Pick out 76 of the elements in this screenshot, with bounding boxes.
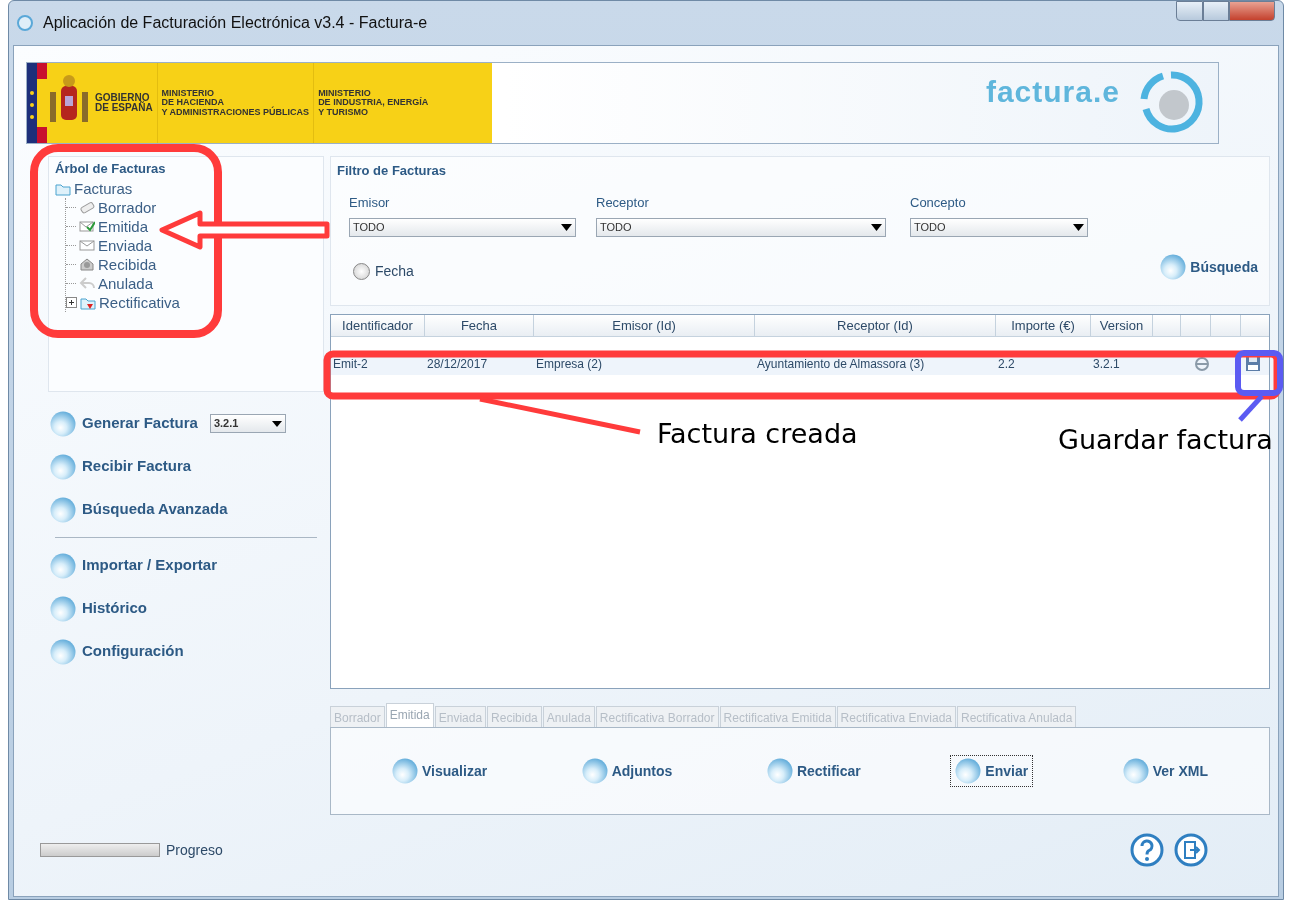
column-header: Importe (€) <box>996 315 1091 336</box>
expander-icon[interactable] <box>66 296 77 308</box>
action-button[interactable]: Rectificar <box>761 755 866 787</box>
dropdown-caret-icon <box>1073 224 1084 231</box>
action-link[interactable]: Configuración <box>82 640 184 663</box>
action-link[interactable]: Histórico <box>82 597 147 620</box>
column-header: Receptor (Id) <box>755 315 996 336</box>
column-header: Identificador <box>331 315 425 336</box>
globe-icon <box>50 552 76 579</box>
dropdown-caret-icon <box>271 420 282 427</box>
help-icon[interactable] <box>1130 833 1164 867</box>
dropdown-caret-icon <box>561 224 572 231</box>
close-button[interactable] <box>1229 1 1275 21</box>
action-button[interactable]: Enviar <box>950 755 1034 787</box>
globe-icon <box>1160 254 1187 280</box>
column-header: Fecha <box>425 315 534 336</box>
radio-label: Fecha <box>375 261 414 281</box>
action-link[interactable]: Búsqueda Avanzada <box>82 498 228 521</box>
field-label: Receptor <box>596 193 650 212</box>
tree-item[interactable]: Emitida <box>98 216 149 236</box>
tree-item[interactable]: Anulada <box>98 273 154 293</box>
progress-label: Progreso <box>166 840 223 860</box>
filter-select[interactable]: TODO <box>349 218 576 237</box>
window-title: Aplicación de Facturación Electrónica v3.4 - Factura-e <box>43 13 428 33</box>
field-label: Emisor <box>349 193 391 212</box>
globe-icon <box>50 496 76 523</box>
table-cell-text: 3.2.1 <box>1092 356 1121 373</box>
government-name: GOBIERNO DE ESPAÑA <box>91 63 158 143</box>
tree-item[interactable]: Recibida <box>98 254 157 274</box>
action-link[interactable]: Recibir Factura <box>82 455 192 478</box>
panel-title: Filtro de Facturas <box>337 162 448 180</box>
radio-button[interactable] <box>353 262 370 280</box>
exit-icon[interactable] <box>1174 833 1208 867</box>
globe-icon <box>392 758 418 784</box>
version-select[interactable]: 3.2.1 <box>209 414 286 433</box>
field-label: Concepto <box>910 193 967 212</box>
minimize-button[interactable] <box>1176 1 1203 21</box>
column-header: Version <box>1091 315 1153 336</box>
column-header: Emisor (Id) <box>534 315 755 336</box>
action-link[interactable]: Generar Factura <box>82 412 198 435</box>
action-button[interactable]: Ver XML <box>1117 755 1213 787</box>
annotation-label: Guardar factura <box>1058 426 1273 453</box>
tree-root-label[interactable]: Facturas <box>74 178 133 198</box>
globe-icon <box>50 638 76 665</box>
dropdown-caret-icon <box>871 224 882 231</box>
ministry-name: MINISTERIO DE HACIENDA Y ADMINISTRACIONES PÚBLICAS <box>157 63 315 143</box>
reply-arrow-icon <box>79 275 95 291</box>
table-cell-text: Empresa (2) <box>535 356 604 373</box>
table-cell-text: 28/12/2017 <box>426 356 489 373</box>
table-cell-text: 2.2 <box>997 356 1016 373</box>
panel-title: Árbol de Facturas <box>55 160 167 178</box>
globe-icon <box>50 453 76 480</box>
annotation-label: Factura creada <box>657 420 858 447</box>
search-button[interactable]: Búsqueda <box>1155 251 1263 283</box>
filter-select[interactable]: TODO <box>910 218 1088 237</box>
table-cell-text: Ayuntamiento de Almassora (3) <box>756 356 926 373</box>
globe-icon <box>1122 758 1149 784</box>
tree-item[interactable]: Borrador <box>98 197 157 217</box>
action-link[interactable]: Importar / Exportar <box>82 554 218 577</box>
logo-icon <box>1138 69 1204 135</box>
globe-icon <box>955 758 982 784</box>
maximize-button[interactable] <box>1203 1 1229 21</box>
tree-item[interactable]: Enviada <box>98 235 153 255</box>
tree-item[interactable]: Rectificativa <box>99 292 180 312</box>
globe-icon <box>50 595 76 622</box>
envelope-check-icon <box>79 218 95 234</box>
app-icon <box>17 15 33 31</box>
globe-icon <box>50 410 76 437</box>
action-button[interactable]: Visualizar <box>387 755 493 787</box>
logo-text: factura.e <box>985 74 1120 110</box>
action-button[interactable]: Adjuntos <box>576 755 678 787</box>
globe-icon <box>766 758 793 784</box>
ministry-name: MINISTERIO DE INDUSTRIA, ENERGÍA Y TURISMO <box>317 86 430 119</box>
table-cell-text: Emit-2 <box>332 356 369 373</box>
filter-select[interactable]: TODO <box>596 218 886 237</box>
globe-icon <box>581 758 608 784</box>
